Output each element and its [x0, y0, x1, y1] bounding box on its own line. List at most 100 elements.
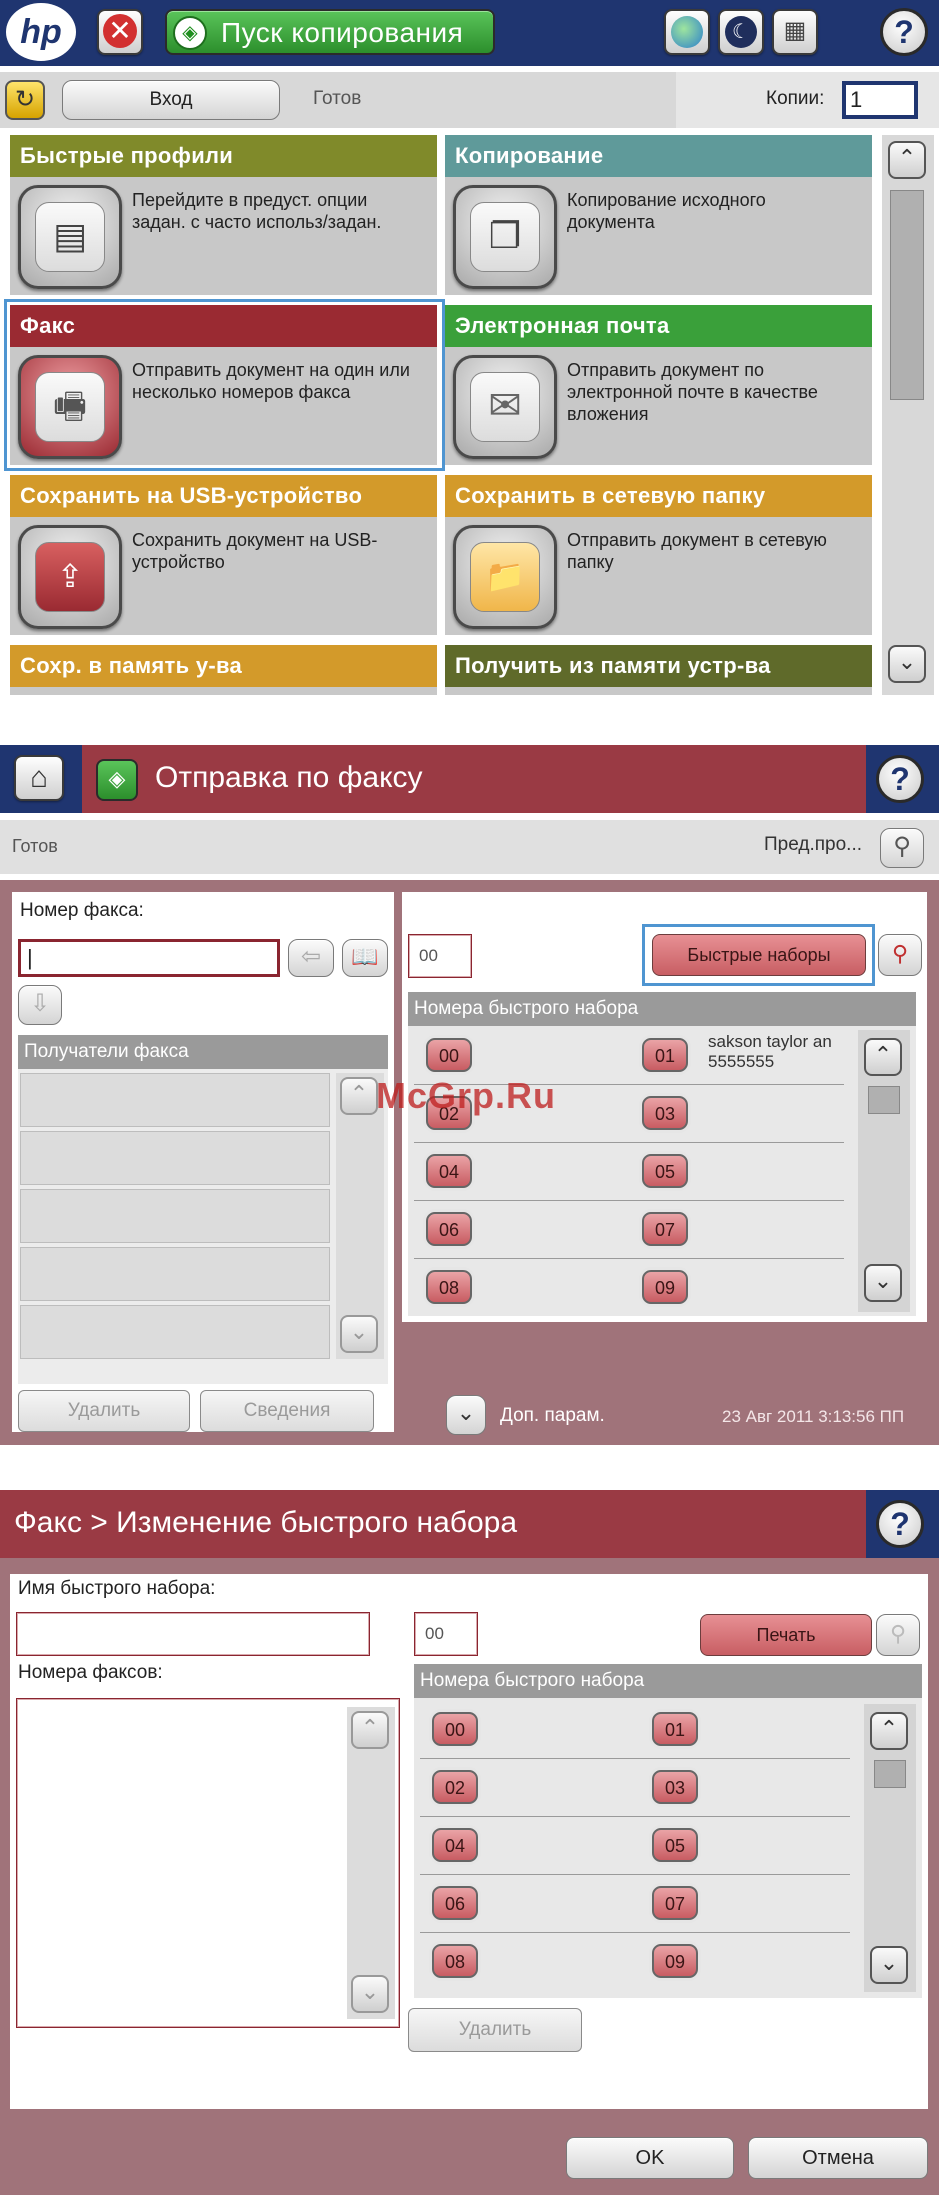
help-icon[interactable]: ? — [876, 755, 924, 803]
copy-icon: ❐ — [453, 185, 557, 289]
tile-title: Факс — [10, 305, 437, 347]
tile-fax[interactable]: Факс 🖷 Отправить документ на один или не… — [10, 305, 437, 465]
help-icon[interactable]: ? — [876, 1500, 924, 1548]
ok-button[interactable]: OK — [566, 2137, 734, 2179]
tile-save-network[interactable]: Сохранить в сетевую папку 📁 Отправить до… — [445, 475, 872, 635]
scroll-up-icon[interactable]: ⌃ — [870, 1712, 908, 1750]
delete-button[interactable]: Удалить — [18, 1390, 190, 1432]
add-recipient-icon[interactable]: ⇩ — [18, 985, 62, 1025]
help-icon[interactable]: ? — [880, 8, 928, 56]
speed-dial-scrollbar[interactable]: ⌃ ⌄ — [858, 1030, 910, 1312]
scroll-up-icon[interactable]: ⌃ — [351, 1711, 389, 1749]
cancel-icon[interactable]: ✕ — [97, 9, 143, 55]
speed-dial-slot[interactable]: 04 — [426, 1154, 472, 1188]
sleep-icon[interactable]: ☾ — [718, 9, 764, 55]
details-button[interactable]: Сведения — [200, 1390, 374, 1432]
speed-dial-code-input[interactable]: 00 — [414, 1612, 478, 1656]
cancel-button[interactable]: Отмена — [748, 2137, 928, 2179]
scroll-down-icon[interactable]: ⌄ — [340, 1315, 378, 1353]
speed-dial-slot[interactable]: 07 — [652, 1886, 698, 1920]
more-options-label[interactable]: Доп. парам. — [500, 1405, 605, 1427]
speed-dial-slot[interactable]: 03 — [652, 1770, 698, 1804]
preview-search-icon[interactable]: ⚲ — [880, 828, 924, 868]
speed-dials-button[interactable]: Быстрые наборы — [652, 934, 866, 976]
speed-dial-01-name: sakson taylor an — [708, 1032, 832, 1051]
fax-numbers-scrollbar[interactable]: ⌃ ⌄ — [347, 1707, 395, 2019]
tile-desc: Копирование исходного документа — [567, 190, 766, 232]
scroll-up-icon[interactable]: ⌃ — [340, 1077, 378, 1115]
tile-desc: Отправить документ по электронной почте … — [567, 360, 818, 424]
scroll-thumb[interactable] — [868, 1086, 900, 1114]
fax-number-input[interactable]: | — [18, 939, 280, 977]
search-icon[interactable]: ⚲ — [876, 1614, 920, 1656]
list-item[interactable] — [20, 1247, 330, 1301]
refresh-icon[interactable]: ↻ — [5, 80, 45, 120]
speed-dial-slot[interactable]: 01 — [642, 1038, 688, 1072]
edit-panel: Имя быстрого набора: 00 Печать ⚲ Номера … — [10, 1574, 928, 2109]
speed-dial-slot[interactable]: 05 — [652, 1828, 698, 1862]
backspace-icon[interactable]: ⇦ — [288, 939, 334, 977]
speed-dial-slot[interactable]: 07 — [642, 1212, 688, 1246]
start-copy-button[interactable]: ◈ Пуск копирования — [165, 9, 495, 55]
speed-dial-grid: 00 01 02 03 04 05 06 07 08 09 ⌃ ⌄ — [414, 1698, 922, 1998]
copies-input[interactable]: 1 — [842, 81, 918, 119]
speed-dial-slot[interactable]: 00 — [426, 1038, 472, 1072]
delete-button[interactable]: Удалить — [408, 2008, 582, 2052]
address-book-icon[interactable]: 📖 — [342, 939, 388, 977]
tile-title: Сохр. в память у-ва — [10, 645, 437, 687]
speed-dial-slot[interactable]: 06 — [426, 1212, 472, 1246]
home-icon[interactable]: ⌂ — [0, 745, 82, 813]
speed-dial-scrollbar[interactable]: ⌃ ⌄ — [864, 1704, 916, 1992]
print-button[interactable]: Печать — [700, 1614, 872, 1656]
speed-dial-slot[interactable]: 01 — [652, 1712, 698, 1746]
fax-start-icon[interactable]: ◈ — [96, 759, 138, 801]
speed-dial-slot[interactable]: 08 — [432, 1944, 478, 1978]
login-button[interactable]: Вход — [62, 80, 280, 120]
speed-dial-slot[interactable]: 08 — [426, 1270, 472, 1304]
speed-dial-slot[interactable]: 03 — [642, 1096, 688, 1130]
scroll-down-icon[interactable]: ⌄ — [870, 1946, 908, 1984]
list-item[interactable] — [20, 1073, 330, 1127]
network-folder-icon: 📁 — [453, 525, 557, 629]
list-item[interactable] — [20, 1189, 330, 1243]
tile-save-device-memory[interactable]: Сохр. в память у-ва — [10, 645, 437, 695]
status-bar: ↻ Вход Готов Копии: 1 — [0, 72, 939, 128]
help-area: ? — [866, 745, 939, 813]
more-options-icon[interactable]: ⌄ — [446, 1395, 486, 1435]
speed-dial-slot[interactable]: 02 — [432, 1770, 478, 1804]
speed-dial-header: Номера быстрого набора — [408, 992, 916, 1026]
tile-save-usb[interactable]: Сохранить на USB-устройство ⇪ Сохранить … — [10, 475, 437, 635]
usb-icon: ⇪ — [18, 525, 122, 629]
tile-email[interactable]: Электронная почта ✉ Отправить документ п… — [445, 305, 872, 465]
speed-dial-name-input[interactable] — [16, 1612, 370, 1656]
list-item[interactable] — [20, 1305, 330, 1359]
fax-number-label: Номер факса: — [20, 900, 144, 921]
network-icon[interactable]: ▦ — [772, 9, 818, 55]
home-scrollbar[interactable]: ⌃ ⌄ — [882, 135, 934, 695]
speed-dial-slot[interactable]: 04 — [432, 1828, 478, 1862]
watermark: McGrp.Ru — [376, 1075, 557, 1116]
speed-dial-slot[interactable]: 00 — [432, 1712, 478, 1746]
list-item[interactable] — [20, 1131, 330, 1185]
speed-dial-slot[interactable]: 09 — [642, 1270, 688, 1304]
tile-copy[interactable]: Копирование ❐ Копирование исходного доку… — [445, 135, 872, 295]
fax-numbers-list[interactable]: ⌃ ⌄ — [16, 1698, 400, 2028]
speed-dial-slot[interactable]: 09 — [652, 1944, 698, 1978]
scroll-up-icon[interactable]: ⌃ — [888, 141, 926, 179]
tile-retrieve-device-memory[interactable]: Получить из памяти устр-ва — [445, 645, 872, 695]
scroll-up-icon[interactable]: ⌃ — [864, 1038, 902, 1076]
speed-dial-code-input[interactable]: 00 — [408, 934, 472, 978]
scroll-thumb[interactable] — [890, 190, 924, 400]
scroll-down-icon[interactable]: ⌄ — [351, 1975, 389, 2013]
email-icon: ✉ — [453, 355, 557, 459]
speed-dial-slot[interactable]: 06 — [432, 1886, 478, 1920]
screen-home: hp ✕ ◈ Пуск копирования ☾ ▦ ? ↻ Вход Гот… — [0, 0, 939, 700]
tile-quick-sets[interactable]: Быстрые профили ▤ Перейдите в предуст. о… — [10, 135, 437, 295]
speed-dial-search-icon[interactable]: ⚲ — [878, 934, 922, 976]
speed-dial-slot[interactable]: 05 — [642, 1154, 688, 1188]
tile-title: Быстрые профили — [10, 135, 437, 177]
scroll-thumb[interactable] — [874, 1760, 906, 1788]
scroll-down-icon[interactable]: ⌄ — [888, 645, 926, 683]
globe-icon[interactable] — [664, 9, 710, 55]
scroll-down-icon[interactable]: ⌄ — [864, 1264, 902, 1302]
